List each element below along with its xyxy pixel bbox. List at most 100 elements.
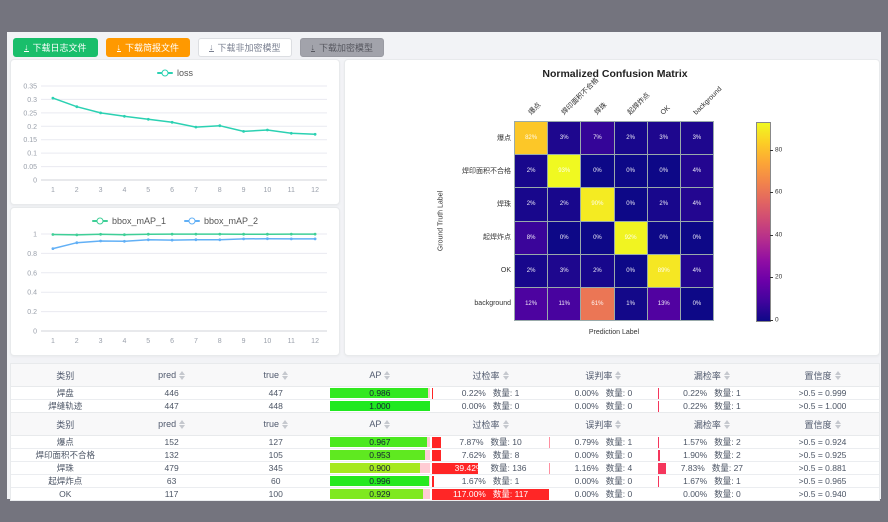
svg-text:4: 4 bbox=[122, 187, 126, 194]
svg-text:11: 11 bbox=[288, 187, 295, 194]
matrix-row-label: 焊印面积不合格 bbox=[431, 167, 511, 177]
table-header-4[interactable]: 过检率 bbox=[432, 413, 549, 435]
table-header-3[interactable]: AP bbox=[328, 413, 432, 435]
download-report-label: 下载简报文件 bbox=[125, 41, 179, 54]
download-icon: ↓ bbox=[117, 43, 122, 52]
sort-carets-icon[interactable] bbox=[503, 420, 509, 429]
pred-cell: 117 bbox=[120, 488, 224, 500]
confusion-matrix-cell: 2% bbox=[515, 255, 547, 287]
category-cell: OK bbox=[11, 488, 120, 500]
rate-cell: 39.42%数量: 136 bbox=[432, 462, 549, 474]
confusion-matrix-cell: 4% bbox=[681, 255, 713, 287]
table-header-2[interactable]: true bbox=[224, 413, 328, 435]
table-row: 焊盘4464470.9860.22%数量: 10.00%数量: 00.22%数量… bbox=[11, 387, 879, 400]
sort-carets-icon[interactable] bbox=[503, 371, 509, 380]
download-log-label: 下载日志文件 bbox=[33, 41, 87, 54]
download-plain-model-button[interactable]: ↓ 下载非加密模型 bbox=[198, 38, 292, 57]
table-header-5[interactable]: 误判率 bbox=[549, 413, 658, 435]
legend-item-loss[interactable]: loss bbox=[157, 68, 193, 78]
ground-truth-label-axis: Ground Truth Label bbox=[438, 191, 445, 251]
colorbar-tick-label: 0 bbox=[775, 317, 779, 324]
rate-cell: 0.00%数量: 0 bbox=[549, 488, 658, 500]
svg-text:0.3: 0.3 bbox=[27, 97, 37, 104]
true-cell: 127 bbox=[224, 436, 328, 448]
matrix-column-label: 爆点 bbox=[526, 101, 543, 118]
rate-cell: 0.00%数量: 0 bbox=[658, 488, 767, 500]
rate-cell: 7.83%数量: 27 bbox=[658, 462, 767, 474]
ap-cell: 0.900 bbox=[328, 462, 432, 474]
download-encrypted-model-button[interactable]: ↓ 下载加密模型 bbox=[300, 38, 385, 57]
legend-item-bbox-map-1[interactable]: bbox_mAP_1 bbox=[92, 216, 166, 226]
confusion-matrix-cell: 12% bbox=[515, 288, 547, 320]
table-header-1[interactable]: pred bbox=[120, 364, 224, 386]
svg-text:2: 2 bbox=[75, 187, 79, 194]
sort-carets-icon[interactable] bbox=[724, 420, 730, 429]
confidence-cell: >0.5 = 0.940 bbox=[766, 488, 879, 500]
confusion-matrix-cell: 82% bbox=[515, 122, 547, 154]
svg-text:0.2: 0.2 bbox=[27, 124, 37, 131]
table-row: 焊印面积不合格1321050.9537.62%数量: 80.00%数量: 01.… bbox=[11, 449, 879, 462]
confusion-matrix-cell: 13% bbox=[648, 288, 680, 320]
sort-carets-icon[interactable] bbox=[724, 371, 730, 380]
ap-cell: 0.967 bbox=[328, 436, 432, 448]
sort-carets-icon[interactable] bbox=[282, 371, 288, 380]
training-results-page: ↓ 下载日志文件 ↓ 下载简报文件 ↓ 下载非加密模型 ↓ 下载加密模型 los… bbox=[7, 32, 881, 499]
confusion-matrix-cell: 3% bbox=[548, 255, 580, 287]
svg-text:0: 0 bbox=[33, 329, 37, 336]
category-cell: 焊珠 bbox=[11, 462, 120, 474]
confusion-matrix-cell: 2% bbox=[515, 155, 547, 187]
sort-carets-icon[interactable] bbox=[179, 371, 185, 380]
sort-carets-icon[interactable] bbox=[615, 420, 621, 429]
confusion-matrix-cell: 2% bbox=[615, 122, 647, 154]
table-header-3[interactable]: AP bbox=[328, 364, 432, 386]
svg-text:0.6: 0.6 bbox=[27, 270, 37, 277]
table-header-4[interactable]: 过检率 bbox=[432, 364, 549, 386]
sort-carets-icon[interactable] bbox=[384, 420, 390, 429]
download-icon: ↓ bbox=[311, 43, 316, 52]
download-log-button[interactable]: ↓ 下载日志文件 bbox=[13, 38, 98, 57]
confidence-cell: >0.5 = 0.965 bbox=[766, 475, 879, 487]
svg-text:10: 10 bbox=[264, 338, 272, 345]
legend-item-bbox-map-2[interactable]: bbox_mAP_2 bbox=[184, 216, 258, 226]
true-cell: 345 bbox=[224, 462, 328, 474]
confusion-matrix-cell: 0% bbox=[681, 222, 713, 254]
sort-carets-icon[interactable] bbox=[615, 371, 621, 380]
rate-cell: 0.00%数量: 0 bbox=[549, 475, 658, 487]
matrix-row-label: background bbox=[431, 299, 511, 309]
svg-text:0.15: 0.15 bbox=[23, 137, 37, 144]
download-report-button[interactable]: ↓ 下载简报文件 bbox=[106, 38, 191, 57]
map-chart-legend: bbox_mAP_1 bbox_mAP_2 bbox=[11, 208, 339, 228]
table-header-6[interactable]: 漏检率 bbox=[658, 413, 767, 435]
table-header-0: 类别 bbox=[11, 413, 120, 435]
rate-cell: 0.00%数量: 0 bbox=[549, 400, 658, 412]
category-cell: 焊缝轨迹 bbox=[11, 400, 120, 412]
colorbar-tick-label: 20 bbox=[775, 274, 782, 281]
true-cell: 447 bbox=[224, 387, 328, 399]
confusion-matrix-card: Normalized Confusion Matrix 爆点焊印面积不合格焊珠起… bbox=[344, 59, 880, 356]
table-header-6[interactable]: 漏检率 bbox=[658, 364, 767, 386]
table-header-2[interactable]: true bbox=[224, 364, 328, 386]
legend-label: bbox_mAP_1 bbox=[112, 216, 166, 226]
matrix-column-label: 焊珠 bbox=[592, 101, 609, 118]
confusion-matrix-cell: 0% bbox=[548, 222, 580, 254]
svg-text:1: 1 bbox=[51, 187, 55, 194]
confusion-matrix-cell: 2% bbox=[648, 188, 680, 220]
ap-cell: 1.000 bbox=[328, 400, 432, 412]
confusion-matrix-cell: 7% bbox=[581, 122, 613, 154]
table-header-7[interactable]: 置信度 bbox=[766, 413, 879, 435]
svg-text:0: 0 bbox=[33, 178, 37, 185]
table-header-5[interactable]: 误判率 bbox=[549, 364, 658, 386]
sort-carets-icon[interactable] bbox=[179, 420, 185, 429]
sort-carets-icon[interactable] bbox=[835, 371, 841, 380]
table-header-7[interactable]: 置信度 bbox=[766, 364, 879, 386]
confusion-matrix-cell: 2% bbox=[515, 188, 547, 220]
svg-text:7: 7 bbox=[194, 338, 198, 345]
sort-carets-icon[interactable] bbox=[282, 420, 288, 429]
true-cell: 100 bbox=[224, 488, 328, 500]
sort-carets-icon[interactable] bbox=[384, 371, 390, 380]
category-cell: 焊印面积不合格 bbox=[11, 449, 120, 461]
table-header-1[interactable]: pred bbox=[120, 413, 224, 435]
sort-carets-icon[interactable] bbox=[835, 420, 841, 429]
svg-text:5: 5 bbox=[146, 187, 150, 194]
true-cell: 448 bbox=[224, 400, 328, 412]
